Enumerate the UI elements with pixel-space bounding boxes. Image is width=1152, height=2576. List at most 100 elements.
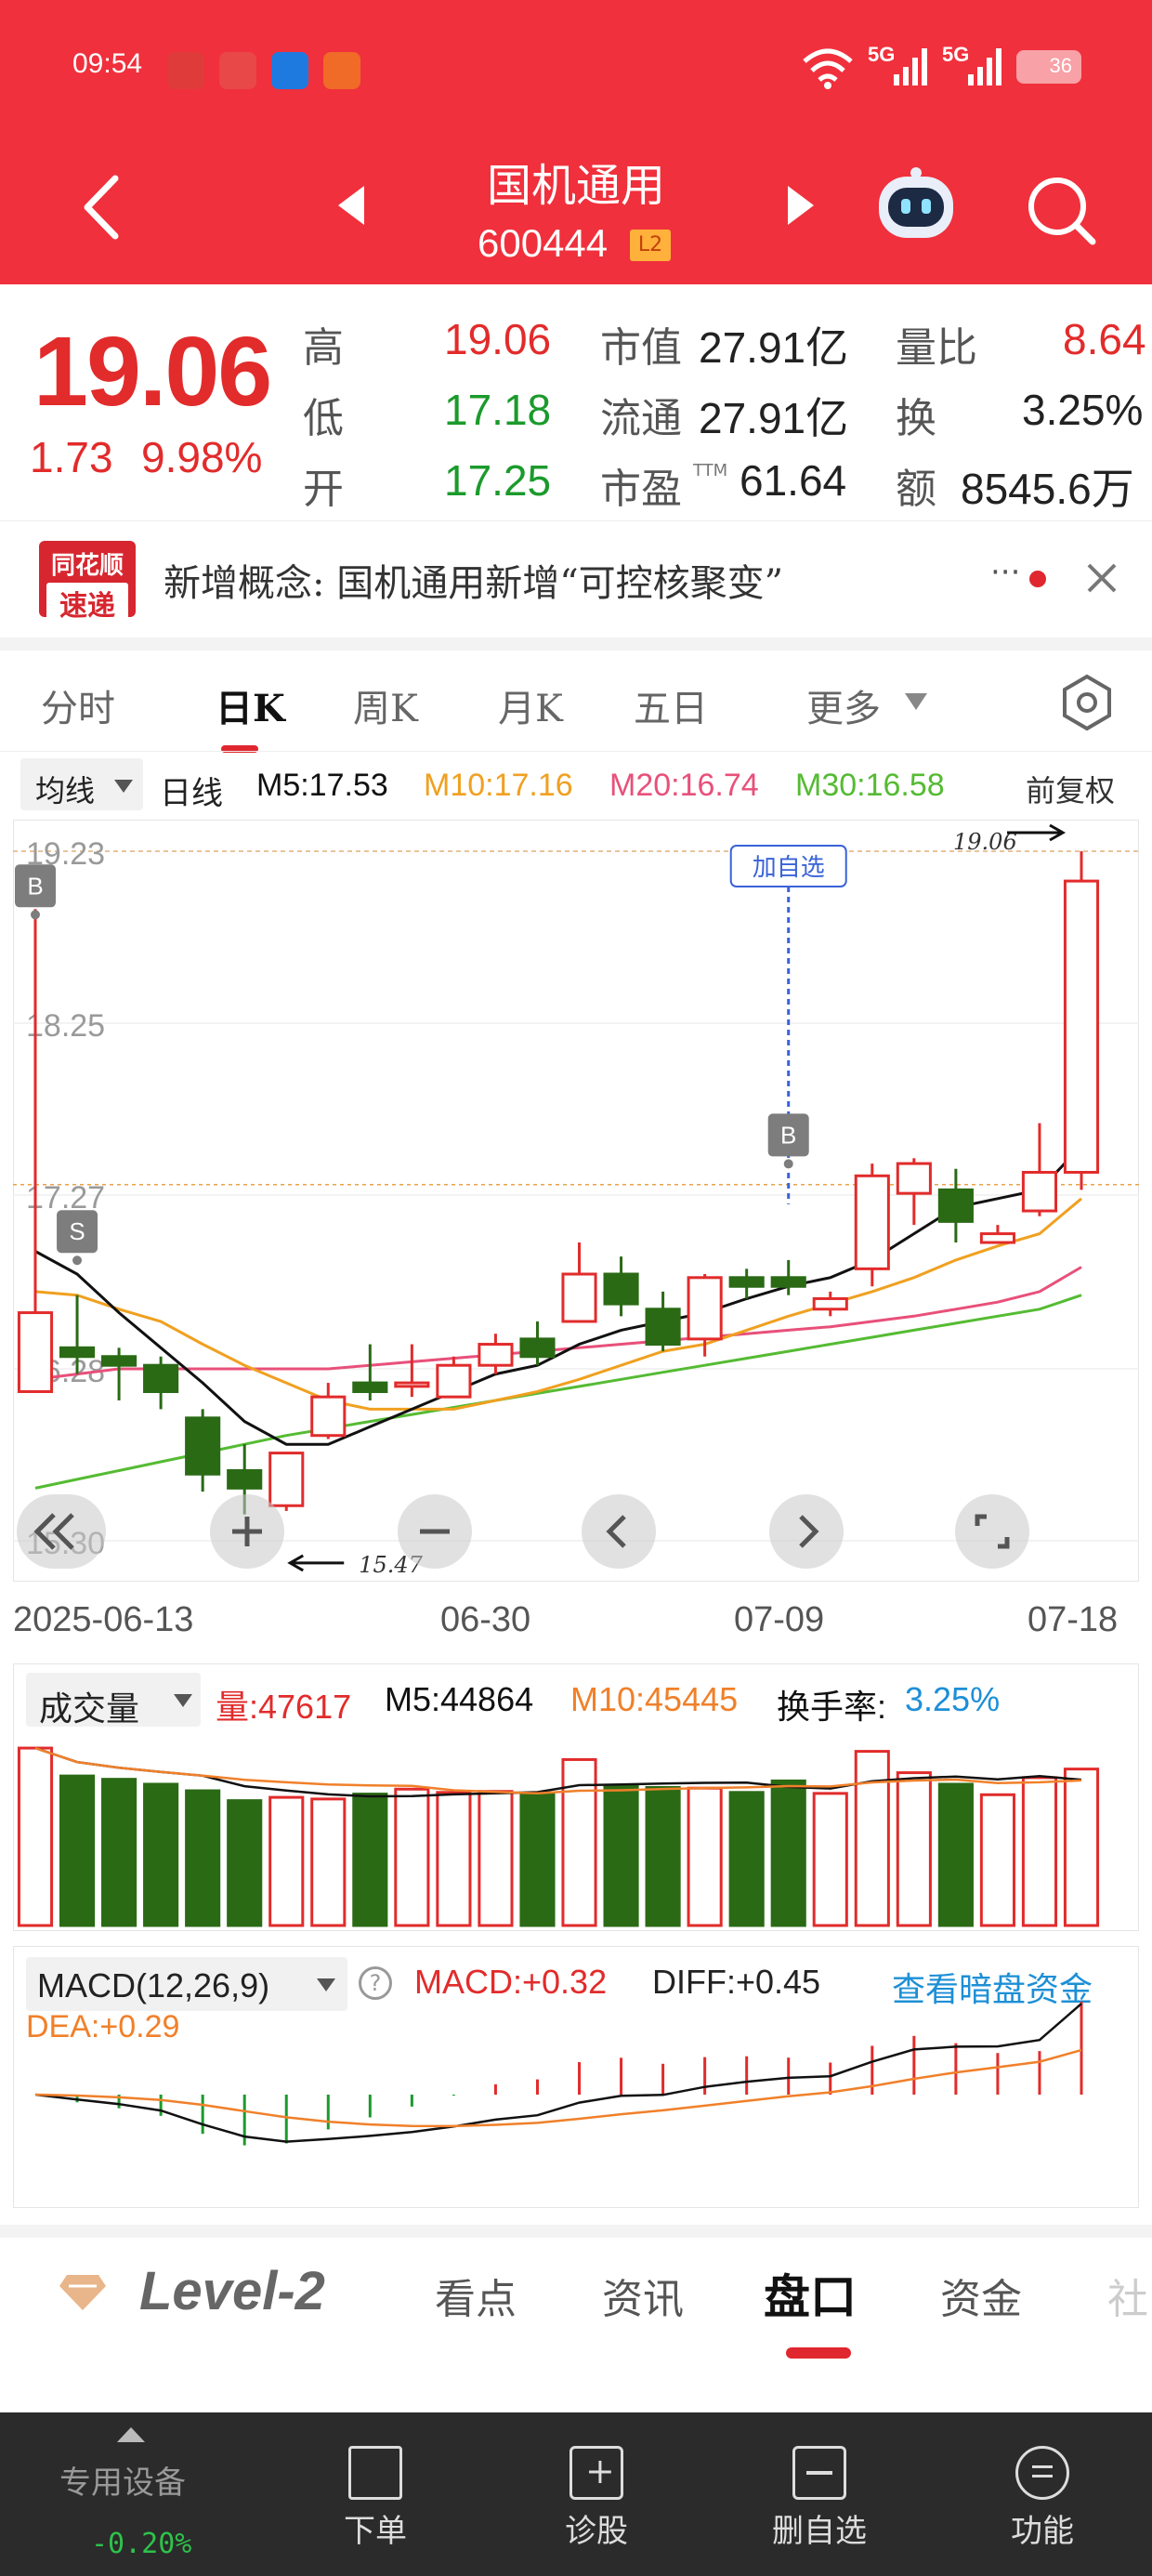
candle-body: [603, 1272, 639, 1306]
candle-body: [728, 1276, 765, 1288]
turnover-rate-label: 换手率:: [777, 1688, 887, 1726]
tab-more[interactable]: 更多: [806, 678, 881, 732]
turnover-value: 3.25%: [1022, 386, 1144, 434]
ths-express-logo: 同花顺 速递: [39, 541, 136, 624]
ma-selector-label: 均线: [35, 773, 96, 808]
add-watch-label: 加自选: [753, 854, 825, 882]
volume-bar: [519, 1792, 556, 1927]
tab-monthly-k[interactable]: 月K: [498, 678, 563, 732]
volume-bar: [645, 1786, 681, 1927]
app-header: 09:54 5G 5G 36 国机通用 600444 L2: [0, 0, 1152, 284]
nav-functions-label: 功能: [1011, 2513, 1074, 2550]
pe-value: 61.64: [740, 456, 847, 505]
zoom-in-button[interactable]: [210, 1494, 284, 1569]
ma30-value: M30:16.58: [795, 768, 945, 803]
tab-capital[interactable]: 资金: [940, 2266, 1022, 2325]
nav-functions[interactable]: 功能: [977, 2412, 1107, 2551]
amount-label: 额: [896, 466, 936, 513]
candle-body: [101, 1355, 137, 1367]
candle-body: [937, 1188, 974, 1223]
buy-marker-dot: [783, 1159, 793, 1169]
volume-m5: M5:44864: [385, 1680, 534, 1718]
period-label: 日线: [160, 776, 223, 811]
candle-body: [645, 1308, 681, 1347]
sell-marker-label: S: [69, 1217, 85, 1245]
news-unread-dot: [1029, 571, 1046, 587]
battery-level: 36: [1049, 54, 1072, 77]
pe-label: 市盈: [600, 466, 682, 513]
dea-line: [34, 2048, 1082, 2128]
nav-order-label: 下单: [344, 2513, 407, 2550]
tab-intraday[interactable]: 分时: [41, 678, 115, 732]
robot-assistant-icon[interactable]: [873, 165, 959, 243]
tab-highlights[interactable]: 看点: [435, 2266, 517, 2325]
settings-icon[interactable]: [1057, 673, 1117, 732]
nav-remove-watch[interactable]: 删自选: [754, 2412, 884, 2551]
section-gap: [0, 2225, 1152, 2238]
sell-marker-dot: [72, 1255, 83, 1266]
tab-weekly-k[interactable]: 周K: [353, 678, 418, 732]
chevron-up-icon[interactable]: [115, 2424, 147, 2444]
candle-body: [770, 1276, 806, 1288]
candle-body: [59, 1346, 96, 1359]
signal-icon: [894, 48, 927, 85]
scroll-right-button[interactable]: [769, 1494, 844, 1569]
search-icon[interactable]: [1024, 173, 1098, 247]
nav-diagnose[interactable]: + 诊股: [531, 2412, 661, 2551]
tab-order-book[interactable]: 盘口: [764, 2260, 857, 2327]
level2-label[interactable]: Level-2: [139, 2260, 325, 2322]
tab-five-day[interactable]: 五日: [634, 678, 708, 732]
candle-body: [896, 1162, 932, 1195]
volume-selector-label: 成交量: [39, 1690, 140, 1728]
scroll-left-fast-button[interactable]: [17, 1494, 106, 1569]
nav-order[interactable]: 下单: [310, 2412, 440, 2551]
status-time: 09:54: [72, 48, 143, 79]
kline-chart[interactable]: 19.2318.2517.2716.2815.3019.0615.47加自选BS…: [13, 820, 1139, 1582]
help-icon[interactable]: ?: [359, 1966, 392, 2000]
order-icon: [348, 2446, 402, 2500]
amount-value: 8545.6万: [961, 465, 1134, 513]
candle-body: [1063, 879, 1100, 1175]
volume-ratio-value: 8.64: [1063, 315, 1146, 363]
divider: [0, 751, 1152, 752]
tab-daily-k[interactable]: 日K: [216, 678, 285, 732]
scroll-left-button[interactable]: [582, 1494, 656, 1569]
fullscreen-button[interactable]: [955, 1494, 1029, 1569]
nav-remove-watch-label: 删自选: [772, 2513, 867, 2550]
signal-icon: [968, 48, 1001, 85]
next-stock-icon[interactable]: [786, 184, 816, 227]
volume-bar: [436, 1791, 472, 1927]
sector-name[interactable]: 专用设备: [59, 2457, 186, 2503]
bird-app-icon: [271, 52, 308, 89]
candle-body: [1021, 1171, 1058, 1213]
news-headline[interactable]: 新增概念: 国机通用新增“可控核聚变”: [164, 553, 783, 607]
tab-news[interactable]: 资讯: [602, 2266, 684, 2325]
current-price: 19.06: [33, 317, 272, 427]
turnover-label: 换: [896, 395, 936, 442]
chevron-down-icon[interactable]: [903, 691, 929, 712]
high-value: 19.06: [444, 315, 552, 363]
price-change-percent: 9.98%: [141, 433, 263, 481]
y-axis-label: 18.25: [26, 1008, 105, 1044]
tab-community[interactable]: 社: [1107, 2266, 1148, 2325]
diagnose-icon: +: [569, 2446, 623, 2500]
candle-body: [352, 1381, 388, 1394]
candle-body: [561, 1272, 597, 1323]
volume-indicator-selector[interactable]: 成交量: [26, 1673, 201, 1728]
volume-bar: [896, 1771, 932, 1927]
adjust-mode[interactable]: 前复权: [1026, 768, 1115, 810]
volume-bar: [854, 1750, 890, 1927]
volume-bar: [227, 1799, 263, 1927]
candle-body: [854, 1174, 890, 1270]
zoom-out-button[interactable]: [398, 1494, 472, 1569]
market-cap-value: 27.91亿: [699, 323, 849, 372]
ma-selector[interactable]: 均线: [20, 758, 143, 810]
close-icon[interactable]: [1085, 561, 1119, 595]
diamond-icon: [59, 2275, 106, 2310]
volume-bar: [603, 1784, 639, 1927]
chevron-down-icon: [174, 1694, 192, 1707]
volume-bar: [728, 1791, 765, 1927]
date-label: 07-09: [734, 1600, 825, 1639]
chevron-right-icon: [799, 1515, 819, 1548]
candle-body: [17, 1311, 54, 1394]
